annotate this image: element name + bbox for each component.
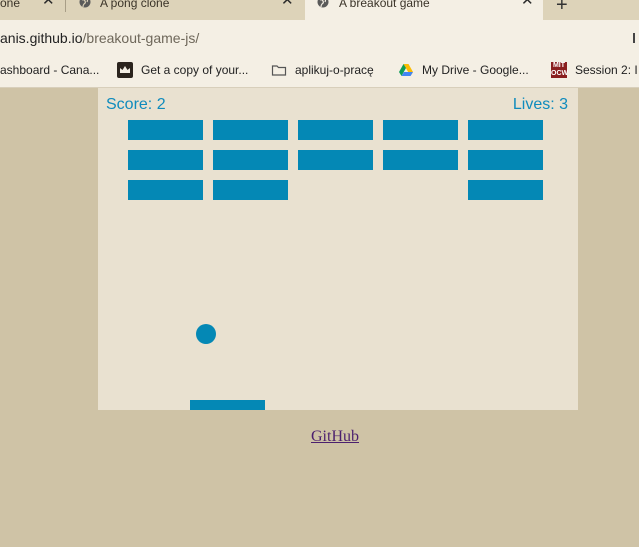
lives-display: Lives: 3 (512, 96, 568, 113)
url-path: /breakout-game-js/ (82, 30, 200, 46)
bookmarks-bar: ashboard - Cana... Get a copy of your...… (0, 53, 639, 88)
brick (128, 180, 203, 200)
score-display: Score: 2 (106, 96, 166, 113)
google-drive-icon (398, 62, 414, 78)
tab-breakout[interactable]: A breakout game ✕ (305, 0, 543, 20)
bookmark-drive[interactable]: My Drive - Google... (422, 63, 529, 77)
brick (468, 150, 543, 170)
brick (213, 120, 288, 140)
bookmark-session[interactable]: Session 2: I (575, 63, 638, 77)
brick (128, 120, 203, 140)
ball (196, 324, 216, 344)
brick (468, 180, 543, 200)
tab-title: A breakout game (339, 0, 430, 10)
tab-pong[interactable]: A pong clone ✕ (66, 0, 302, 20)
brick (128, 150, 203, 170)
close-icon[interactable]: ✕ (281, 0, 294, 8)
close-icon[interactable]: ✕ (521, 0, 534, 8)
url-host: anis.github.io (0, 30, 83, 46)
game-canvas[interactable]: Score: 2 Lives: 3 (98, 88, 578, 410)
bookmark-canvas[interactable]: ashboard - Cana... (0, 63, 99, 77)
brick (213, 150, 288, 170)
address-bar: anis.github.io/breakout-game-js/ (0, 20, 639, 53)
extension-icon[interactable] (633, 33, 639, 43)
brick (383, 150, 458, 170)
globe-icon (79, 0, 91, 8)
crown-icon (117, 62, 133, 78)
bookmark-copy[interactable]: Get a copy of your... (141, 63, 248, 77)
mit-ocw-icon: MIT OCW (551, 62, 569, 78)
github-link[interactable]: GitHub (311, 428, 359, 446)
url-field[interactable]: anis.github.io/breakout-game-js/ (0, 30, 199, 46)
tab-strip: one ✕ A pong clone ✕ A breakout game ✕ + (0, 0, 639, 20)
paddle (190, 400, 265, 410)
globe-icon (317, 0, 329, 8)
brick (213, 180, 288, 200)
folder-icon (271, 62, 287, 78)
brick (468, 120, 543, 140)
tab-title: A pong clone (100, 0, 170, 10)
bookmark-folder[interactable]: aplikuj-o-pracę (295, 63, 374, 77)
tab-partial[interactable]: one ✕ (0, 0, 64, 20)
close-icon[interactable]: ✕ (42, 0, 55, 8)
new-tab-icon[interactable]: + (556, 0, 568, 17)
brick (383, 120, 458, 140)
tab-title: one (0, 0, 21, 10)
brick (298, 120, 373, 140)
brick (298, 150, 373, 170)
